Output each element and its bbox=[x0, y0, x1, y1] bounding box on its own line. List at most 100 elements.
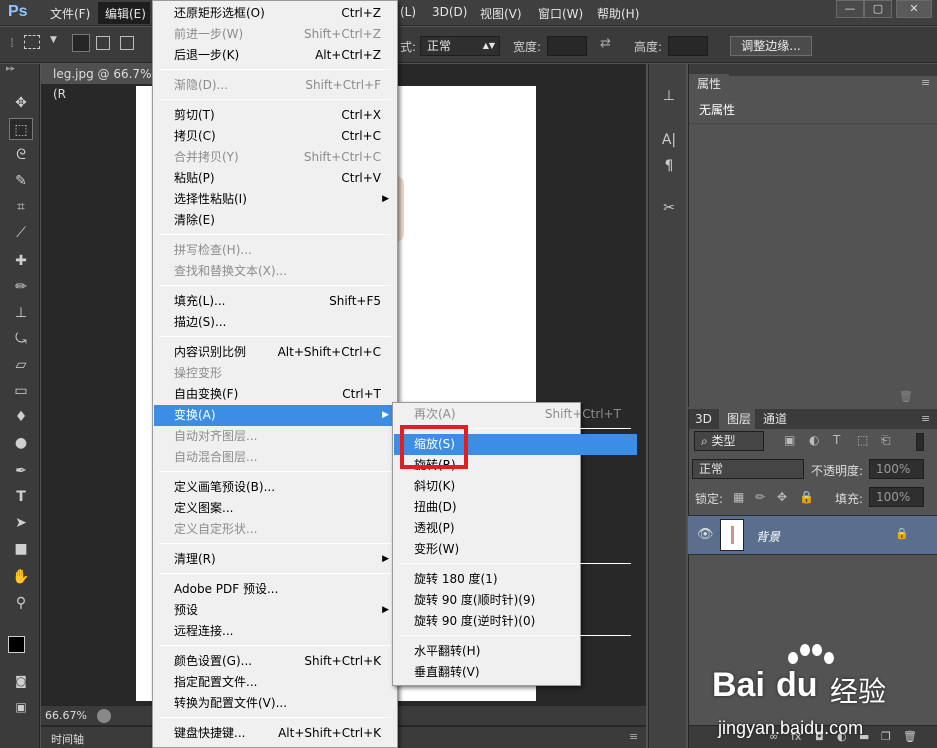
paragraph-panel-icon[interactable]: ¶ bbox=[659, 156, 679, 176]
shape-tool-icon[interactable]: ■ bbox=[9, 538, 33, 560]
move-tool-icon[interactable]: ✥ bbox=[9, 92, 33, 114]
status-info-icon[interactable] bbox=[97, 709, 111, 723]
refine-edge-button[interactable]: 调整边缘... bbox=[730, 36, 812, 56]
height-input[interactable] bbox=[668, 36, 708, 56]
menu-edit[interactable]: 编辑(E) bbox=[105, 5, 146, 22]
transform-menu-item[interactable]: 旋转 180 度(1) bbox=[394, 569, 637, 590]
menu-view[interactable]: 视图(V) bbox=[480, 5, 522, 22]
crop-tool-icon[interactable]: ⌗ bbox=[9, 196, 33, 218]
edit-menu-item[interactable]: 键盘快捷键... Alt+Shift+Ctrl+K bbox=[154, 723, 397, 744]
transform-menu-item[interactable]: 水平翻转(H) bbox=[394, 641, 637, 662]
document-tab[interactable]: leg.jpg @ 66.7%(R bbox=[41, 64, 161, 101]
panel-menu-icon[interactable]: ≡ bbox=[629, 730, 638, 743]
add-selection-icon[interactable] bbox=[96, 36, 110, 50]
edit-menu-item[interactable]: 清除(E) bbox=[154, 210, 397, 231]
edit-menu-item[interactable]: 定义图案... bbox=[154, 498, 397, 519]
transform-menu-item[interactable]: 透视(P) bbox=[394, 518, 637, 539]
lock-pixels-icon[interactable]: ✏ bbox=[755, 490, 765, 504]
close-button[interactable]: ✕ bbox=[896, 0, 932, 18]
collapse-icon[interactable]: ▸▸ bbox=[6, 64, 15, 74]
chevron-down-icon[interactable]: ▼ bbox=[50, 35, 57, 45]
panel-menu-icon[interactable]: ≡ bbox=[921, 76, 930, 89]
history-brush-tool-icon[interactable]: ⤿ bbox=[9, 328, 33, 350]
style-select[interactable]: 正常 ▲▼ bbox=[420, 36, 500, 56]
transform-menu-item[interactable]: 斜切(K) bbox=[394, 476, 637, 497]
edit-menu-item[interactable]: 定义画笔预设(B)... bbox=[154, 477, 397, 498]
type-tool-icon[interactable]: T bbox=[9, 486, 33, 508]
filter-shape-icon[interactable]: ⬚ bbox=[857, 433, 868, 447]
blend-mode-select[interactable]: 正常 bbox=[692, 459, 804, 479]
transform-menu-item[interactable]: 旋转 90 度(逆时针)(0) bbox=[394, 611, 637, 632]
transform-menu-item[interactable]: 旋转 90 度(顺时针)(9) bbox=[394, 590, 637, 611]
eraser-tool-icon[interactable]: ▱ bbox=[9, 354, 33, 376]
stamp-tool-icon[interactable]: ⊥ bbox=[9, 302, 33, 324]
edit-menu-item[interactable]: 清理(R) ▶ bbox=[154, 549, 397, 570]
marquee-tool-icon[interactable]: ⬚ bbox=[9, 118, 33, 140]
edit-menu-item[interactable]: 描边(S)... bbox=[154, 312, 397, 333]
subtract-selection-icon[interactable] bbox=[120, 36, 134, 50]
maximize-button[interactable]: ▢ bbox=[864, 0, 892, 18]
trash-icon[interactable]: 🗑 bbox=[899, 390, 913, 403]
transform-menu-item[interactable]: 变形(W) bbox=[394, 539, 637, 560]
tab-properties[interactable]: 属性 bbox=[689, 74, 730, 94]
edit-menu-item[interactable]: 颜色设置(G)... Shift+Ctrl+K bbox=[154, 651, 397, 672]
transform-menu-item[interactable]: 扭曲(D) bbox=[394, 497, 637, 518]
new-selection-icon[interactable] bbox=[72, 34, 90, 52]
clone-source-icon[interactable]: ⊥ bbox=[659, 86, 679, 106]
menu-help[interactable]: 帮助(H) bbox=[597, 5, 639, 22]
edit-menu-item[interactable]: 选择性粘贴(I) ▶ bbox=[154, 189, 397, 210]
filter-type-icon[interactable]: T bbox=[833, 433, 840, 447]
tool-presets-icon[interactable]: ✂ bbox=[659, 198, 679, 218]
opacity-input[interactable]: 100% bbox=[869, 459, 924, 479]
edit-menu-item[interactable]: 预设 ▶ bbox=[154, 600, 397, 621]
edit-menu-item[interactable]: 自由变换(F) Ctrl+T bbox=[154, 384, 397, 405]
quick-select-tool-icon[interactable]: ✎ bbox=[9, 170, 33, 192]
pen-tool-icon[interactable]: ✒ bbox=[9, 460, 33, 482]
tab-layers[interactable]: 图层 bbox=[719, 409, 760, 429]
lasso-tool-icon[interactable]: ᘓ bbox=[9, 144, 33, 166]
edit-menu-item[interactable]: Adobe PDF 预设... bbox=[154, 579, 397, 600]
healing-brush-tool-icon[interactable]: ✚ bbox=[9, 250, 33, 272]
filter-smart-icon[interactable]: ⎗ bbox=[881, 433, 891, 448]
edit-menu-item[interactable]: 指定配置文件... bbox=[154, 672, 397, 693]
zoom-tool-icon[interactable]: ⚲ bbox=[9, 592, 33, 614]
path-select-tool-icon[interactable]: ➤ bbox=[9, 512, 33, 534]
lock-all-icon[interactable]: 🔒 bbox=[799, 490, 814, 504]
menu-layer[interactable]: (L) bbox=[400, 5, 416, 19]
edit-menu-item[interactable]: 转换为配置文件(V)... bbox=[154, 693, 397, 714]
filter-adjust-icon[interactable]: ◐ bbox=[809, 433, 819, 447]
edit-menu-item[interactable]: 后退一步(K) Alt+Ctrl+Z bbox=[154, 45, 397, 66]
edit-menu-item[interactable]: 变换(A) ▶ bbox=[154, 405, 397, 426]
lock-position-icon[interactable]: ✥ bbox=[777, 490, 787, 504]
tab-channels[interactable]: 通道 bbox=[755, 409, 796, 429]
eye-icon[interactable]: 👁 bbox=[697, 527, 714, 542]
panel-menu-icon[interactable]: ≡ bbox=[921, 412, 930, 425]
filter-toggle[interactable] bbox=[916, 433, 924, 451]
eyedropper-tool-icon[interactable]: ⟋ bbox=[9, 222, 33, 244]
lock-transparent-icon[interactable]: ▦ bbox=[733, 490, 744, 504]
foreground-color-swatch[interactable] bbox=[8, 636, 25, 653]
edit-menu-item[interactable]: 还原矩形选框(O) Ctrl+Z bbox=[154, 3, 397, 24]
menu-file[interactable]: 文件(F) bbox=[50, 5, 90, 22]
width-input[interactable] bbox=[547, 36, 587, 56]
edit-menu-item[interactable]: 拷贝(C) Ctrl+C bbox=[154, 126, 397, 147]
filter-kind-select[interactable]: ⌕ 类型 bbox=[694, 431, 764, 451]
blur-tool-icon[interactable]: ♦ bbox=[9, 406, 33, 428]
character-panel-icon[interactable]: A| bbox=[659, 130, 679, 150]
gradient-tool-icon[interactable]: ▭ bbox=[9, 380, 33, 402]
zoom-level[interactable]: 66.67% bbox=[45, 709, 87, 722]
quick-mask-icon[interactable]: ◙ bbox=[9, 670, 33, 692]
screen-mode-icon[interactable]: ▣ bbox=[9, 696, 33, 718]
tab-3d[interactable]: 3D bbox=[689, 409, 718, 429]
edit-menu-item[interactable]: 填充(L)... Shift+F5 bbox=[154, 291, 397, 312]
timeline-tab[interactable]: 时间轴 bbox=[51, 731, 84, 747]
filter-pixel-icon[interactable]: ▣ bbox=[784, 433, 795, 447]
edit-menu-item[interactable]: 剪切(T) Ctrl+X bbox=[154, 105, 397, 126]
fill-input[interactable]: 100% bbox=[869, 487, 924, 507]
edit-menu-item[interactable]: 远程连接... bbox=[154, 621, 397, 642]
hand-tool-icon[interactable]: ✋ bbox=[9, 566, 33, 588]
minimize-button[interactable]: — bbox=[836, 0, 864, 18]
dodge-tool-icon[interactable]: ● bbox=[9, 432, 33, 454]
edit-menu-item[interactable]: 内容识别比例 Alt+Shift+Ctrl+C bbox=[154, 342, 397, 363]
marquee-preset-icon[interactable] bbox=[24, 35, 40, 49]
